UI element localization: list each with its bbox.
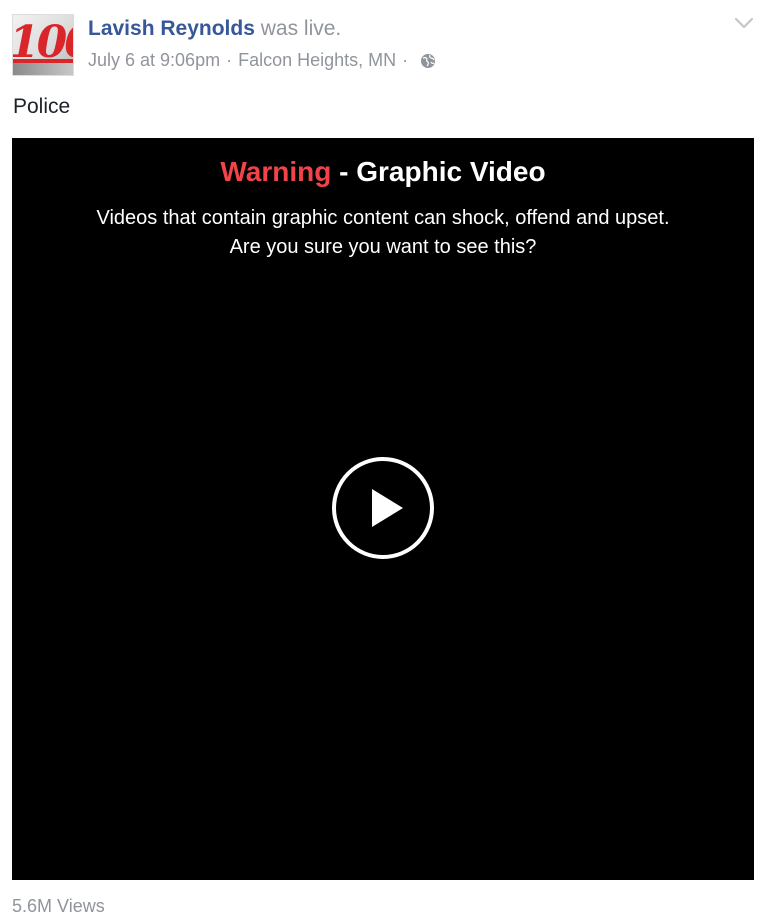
author-link[interactable]: Lavish Reynolds [88,17,255,40]
post-location[interactable]: Falcon Heights, MN [238,50,396,71]
globe-icon[interactable] [420,53,436,69]
view-count: 5.6M Views [12,896,105,916]
warning-message: Videos that contain graphic content can … [12,204,754,262]
warning-line-1: Videos that contain graphic content can … [96,207,670,229]
warning-title-rest: - Graphic Video [331,156,546,187]
live-status: was live. [254,17,342,40]
video-player[interactable]: Warning - Graphic Video Videos that cont… [12,138,754,880]
meta-separator: · [402,50,409,70]
avatar-logo: 100 [13,17,73,68]
warning-word: Warning [220,156,332,187]
meta-separator: · [226,50,233,70]
post-text: Police [13,95,71,118]
chevron-down-icon[interactable] [734,16,754,30]
post-meta: July 6 at 9:06pm · Falcon Heights, MN · [88,50,436,71]
warning-line-2: Are you sure you want to see this? [229,236,537,258]
warning-title: Warning - Graphic Video [12,156,754,188]
play-icon[interactable] [331,456,435,560]
post-header: Lavish Reynolds was live. [88,17,341,41]
post-timestamp[interactable]: July 6 at 9:06pm [88,50,220,71]
avatar[interactable]: 100 [12,14,74,76]
